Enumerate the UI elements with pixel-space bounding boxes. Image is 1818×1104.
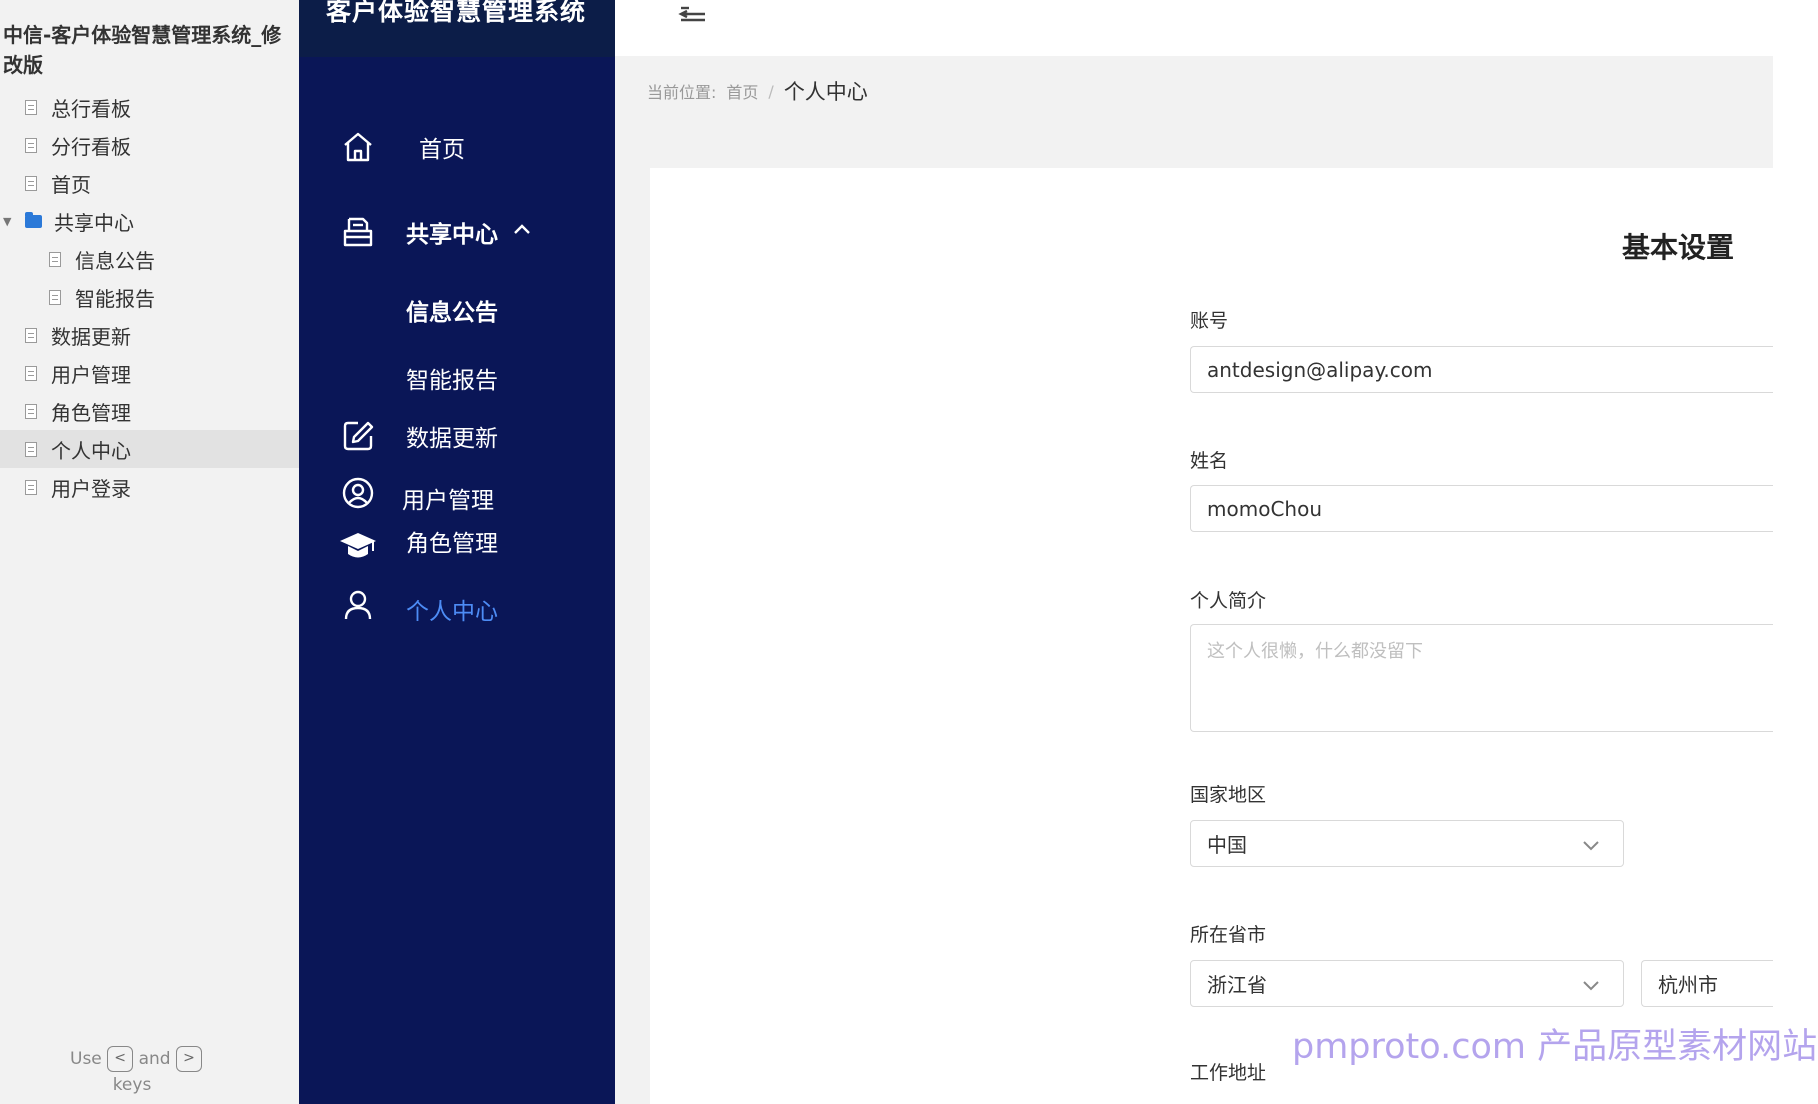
breadcrumb-current: 个人中心 — [783, 80, 868, 104]
bio-label: 个人简介 — [1190, 590, 1267, 612]
section-title: 基本设置 — [1622, 231, 1735, 264]
page-icon — [25, 365, 37, 381]
page-icon — [49, 289, 61, 305]
home-icon — [339, 128, 377, 166]
nav-item-share-center[interactable]: 共享中心 — [299, 207, 615, 257]
page-icon — [25, 99, 37, 115]
breadcrumb: 当前位置: 首页 / 个人中心 — [647, 76, 868, 106]
prototype-pages-panel: 中信-客户体验智慧管理系统_修改版 总行看板 分行看板 首页 ▼ 共享中心 信息… — [0, 0, 299, 1104]
name-input[interactable]: momoChou — [1190, 485, 1773, 532]
nav-label: 共享中心 — [406, 222, 498, 248]
page-item-branch-board[interactable]: 分行看板 — [0, 126, 299, 164]
page-item-role-mgmt[interactable]: 角色管理 — [0, 392, 299, 430]
page-item-label: 智能报告 — [75, 286, 155, 311]
folder-item-share-center[interactable]: ▼ 共享中心 — [0, 202, 299, 240]
chevron-down-icon — [1581, 975, 1601, 1000]
chevron-down-icon — [1581, 835, 1601, 860]
page-icon — [49, 251, 61, 267]
breadcrumb-prefix: 当前位置: — [647, 83, 717, 102]
page-item-label: 信息公告 — [75, 248, 155, 273]
page-item-label: 分行看板 — [51, 134, 131, 159]
page-item-label: 用户管理 — [51, 362, 131, 387]
page-item-label: 数据更新 — [51, 324, 131, 349]
page-item-data-update[interactable]: 数据更新 — [0, 316, 299, 354]
bio-textarea[interactable]: 这个人很懒，什么都没留下 — [1190, 624, 1773, 732]
nav-label: 用户管理 — [402, 488, 494, 514]
page-item-user-mgmt[interactable]: 用户管理 — [0, 354, 299, 392]
page-icon — [25, 175, 37, 191]
hint-and-text: and — [138, 1049, 171, 1069]
nav-label: 数据更新 — [406, 426, 498, 452]
nav-item-user-mgmt[interactable]: 用户管理 — [299, 468, 615, 518]
country-label: 国家地区 — [1190, 784, 1267, 806]
nav-item-personal-center[interactable]: 个人中心 — [299, 580, 615, 630]
city-select[interactable]: 杭州市 — [1641, 960, 1773, 1007]
menu-fold-icon — [678, 6, 705, 22]
page-item-label: 首页 — [51, 172, 91, 197]
page-item-label: 角色管理 — [51, 400, 131, 425]
page-item-report[interactable]: 智能报告 — [0, 278, 299, 316]
nav-label: 个人中心 — [406, 599, 498, 625]
account-input[interactable]: antdesign@alipay.com — [1190, 346, 1773, 393]
user-icon — [339, 586, 377, 624]
page-icon — [25, 327, 37, 343]
chevron-up-icon[interactable] — [511, 218, 533, 246]
page-icon — [25, 479, 37, 495]
page-item-home[interactable]: 首页 — [0, 164, 299, 202]
share-center-icon — [339, 213, 377, 251]
account-label: 账号 — [1190, 310, 1229, 332]
country-select-value: 中国 — [1207, 833, 1247, 857]
app-sidebar: 客户体验智慧管理系统 首页 共享中心 信息公告 智能报告 数据更新 用户管理 角… — [299, 0, 615, 1104]
city-select-value: 杭州市 — [1658, 973, 1718, 997]
nav-label: 首页 — [419, 137, 465, 163]
right-key-icon: > — [175, 1046, 202, 1072]
edit-icon — [339, 417, 377, 455]
country-select[interactable]: 中国 — [1190, 820, 1624, 867]
keyboard-hint: Use < and > keys — [70, 1046, 220, 1098]
page-icon — [25, 137, 37, 153]
name-label: 姓名 — [1190, 450, 1229, 472]
page-icon — [25, 441, 37, 457]
user-circle-icon — [339, 474, 377, 512]
nav-sub-item-report[interactable]: 智能报告 — [406, 361, 498, 395]
top-bar — [615, 0, 1773, 56]
breadcrumb-home-link[interactable]: 首页 — [726, 79, 758, 103]
page-item-personal-center[interactable]: 个人中心 — [0, 430, 299, 468]
page-item-label: 个人中心 — [51, 438, 131, 463]
left-key-icon: < — [107, 1046, 134, 1072]
nav-label: 角色管理 — [406, 531, 498, 557]
folder-icon — [25, 211, 42, 228]
watermark-text: pmproto.com 产品原型素材网站 — [1292, 1027, 1818, 1067]
page-item-user-login[interactable]: 用户登录 — [0, 468, 299, 506]
nav-item-data-update[interactable]: 数据更新 — [299, 411, 615, 461]
menu-fold-button[interactable] — [675, 0, 711, 28]
page-item-notice[interactable]: 信息公告 — [0, 240, 299, 278]
province-select-value: 浙江省 — [1207, 973, 1267, 997]
province-label: 所在省市 — [1190, 924, 1267, 946]
hint-keys-text: keys — [112, 1075, 152, 1095]
nav-sub-item-notice[interactable]: 信息公告 — [406, 293, 498, 327]
brand-bar: 客户体验智慧管理系统 — [299, 0, 615, 57]
folder-item-label: 共享中心 — [54, 210, 134, 235]
page-item-label: 用户登录 — [51, 476, 131, 501]
nav-item-home[interactable]: 首页 — [299, 122, 615, 172]
breadcrumb-separator: / — [768, 81, 774, 101]
expand-caret-icon[interactable]: ▼ — [3, 215, 11, 228]
page-item-label: 总行看板 — [51, 96, 131, 121]
page-icon — [25, 403, 37, 419]
nav-item-role-mgmt[interactable]: 角色管理 — [299, 521, 615, 571]
graduation-cap-icon — [339, 527, 377, 565]
hint-use-text: Use — [70, 1049, 102, 1069]
prototype-title: 中信-客户体验智慧管理系统_修改版 — [3, 23, 282, 77]
work-address-label: 工作地址 — [1190, 1062, 1267, 1084]
brand-title: 客户体验智慧管理系统 — [326, 0, 587, 26]
page-item-overview[interactable]: 总行看板 — [0, 88, 299, 126]
province-select[interactable]: 浙江省 — [1190, 960, 1624, 1007]
